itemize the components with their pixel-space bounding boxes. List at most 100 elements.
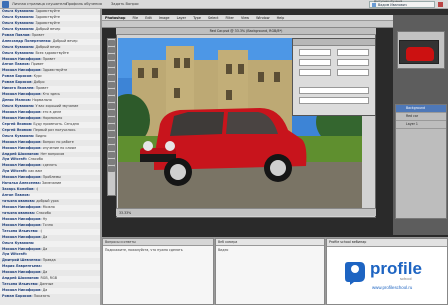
shape-tool-icon[interactable] bbox=[108, 152, 115, 158]
dodge-tool-icon[interactable] bbox=[108, 124, 115, 130]
site-logo[interactable] bbox=[2, 1, 9, 8]
stamp-tool-icon[interactable] bbox=[108, 96, 115, 102]
dialog-field[interactable] bbox=[299, 97, 369, 104]
dialog-title bbox=[293, 39, 375, 46]
webcam-panel: Веб камера Видео bbox=[215, 238, 325, 305]
chat-author: Михаил Никифоров: bbox=[2, 139, 42, 144]
chat-author: Михаил Никифоров: bbox=[2, 56, 42, 61]
chat-author: Андрей Шахманов: bbox=[2, 151, 40, 156]
eyedropper-tool-icon[interactable] bbox=[108, 75, 115, 81]
wand-tool-icon[interactable] bbox=[108, 61, 115, 67]
chat-author: Антон Павлов: bbox=[2, 193, 30, 198]
chat-text: :) bbox=[39, 228, 42, 233]
chat-author: татьяна иванова: bbox=[2, 199, 36, 203]
crop-tool-icon[interactable] bbox=[108, 68, 115, 74]
user-top-label: Доступная обучения bbox=[374, 0, 403, 3]
chat-text: Нормально bbox=[32, 98, 52, 103]
layer-row[interactable]: Red car bbox=[396, 113, 446, 121]
chat-text: Спасибо bbox=[28, 157, 43, 162]
chat-author: Михаил Никифоров: bbox=[2, 175, 42, 180]
nav-link-question[interactable]: Задать Вопрос bbox=[111, 2, 139, 6]
chat-author: Татьяна Ильичева: bbox=[2, 228, 39, 233]
brush-tool-icon[interactable] bbox=[108, 89, 115, 95]
chat-author: Михаил Никифоров: bbox=[2, 246, 42, 251]
layer-row[interactable]: Layer 1 bbox=[396, 121, 446, 129]
chat-text: Здравствуйте bbox=[35, 20, 60, 25]
profile-url[interactable]: www.profileschool.ru bbox=[372, 285, 412, 290]
navigator-thumbnail[interactable] bbox=[399, 40, 439, 64]
eraser-tool-icon[interactable] bbox=[108, 110, 115, 116]
chat-author: Луи Witcraft: bbox=[2, 252, 28, 257]
chat-author: Роман Борисов: bbox=[2, 294, 33, 298]
chat-text: Да bbox=[42, 288, 48, 293]
chat-author: Михаил Никифоров: bbox=[2, 163, 42, 168]
type-tool-icon[interactable] bbox=[108, 138, 115, 144]
close-icon[interactable] bbox=[438, 2, 443, 7]
chat-text: Буду примечать. Сегодня bbox=[33, 121, 79, 126]
chat-text: Видно bbox=[35, 133, 47, 138]
chat-author: Ольга Кувакина: bbox=[2, 44, 35, 49]
chat-text: Добрый вечер bbox=[35, 26, 61, 31]
dialog-field[interactable] bbox=[299, 69, 331, 76]
profile-mark-icon bbox=[345, 262, 365, 285]
chat-author: Ольга Кувакина: bbox=[2, 104, 35, 108]
chat-author: Дмитрий Шевченко: bbox=[2, 258, 42, 263]
chat-author: Ольга Кувакина: bbox=[2, 50, 35, 55]
layer-row[interactable]: Background bbox=[396, 105, 446, 113]
chat-text: Спасибо bbox=[36, 210, 51, 215]
path-tool-icon[interactable] bbox=[108, 145, 115, 151]
questions-panel: Вопросы и ответы Подскажите, пожалуйста,… bbox=[102, 238, 214, 305]
chat-author: Михаил Никифоров: bbox=[2, 92, 42, 97]
chat-author: татьяна иванова: bbox=[2, 210, 36, 215]
chat-text: Да bbox=[42, 270, 48, 275]
heal-tool-icon[interactable] bbox=[108, 82, 115, 88]
gradient-tool-icon[interactable] bbox=[108, 117, 115, 123]
dialog-field[interactable] bbox=[337, 69, 369, 76]
chat-author: Сергей Якимов: bbox=[2, 127, 33, 132]
chat-author: Ольга Кувакина: bbox=[2, 9, 35, 13]
chat-author: Ольга Кувакина: bbox=[2, 240, 35, 245]
question-text: Подскажите, пожалуйста, что нужно сделат… bbox=[105, 248, 183, 252]
chat-author: Ольга Кувакина: bbox=[2, 14, 35, 19]
chat-text: это в деле bbox=[42, 109, 62, 114]
dialog-field[interactable] bbox=[337, 49, 369, 56]
dialog-field[interactable] bbox=[299, 87, 369, 94]
chat-text: RGB, RGB bbox=[40, 276, 57, 281]
nav-link-personal[interactable]: Личная страница слушателя bbox=[12, 2, 67, 6]
options-bar bbox=[102, 21, 393, 28]
pen-tool-icon[interactable] bbox=[108, 131, 115, 137]
chat-author: Никита Яковлев: bbox=[2, 86, 35, 91]
zoom-tool-icon[interactable] bbox=[108, 166, 115, 172]
history-tool-icon[interactable] bbox=[108, 103, 115, 109]
move-tool-icon[interactable] bbox=[108, 40, 115, 46]
lasso-tool-icon[interactable] bbox=[108, 54, 115, 60]
chat-text: Да bbox=[42, 246, 48, 251]
dialog-field[interactable] bbox=[299, 49, 331, 56]
chat-text: У вас хороший звучание bbox=[35, 104, 79, 108]
marquee-tool-icon[interactable] bbox=[108, 47, 115, 53]
chat-text: Кто здесь bbox=[42, 92, 61, 97]
profile-sub: school bbox=[400, 276, 412, 281]
dialog-field[interactable] bbox=[299, 59, 331, 66]
webcam-header: Веб камера bbox=[216, 239, 324, 246]
chat-text: Нет вопросов bbox=[40, 151, 65, 156]
chat-author: Михаил Никифоров: bbox=[2, 288, 42, 293]
curves-dialog bbox=[292, 38, 376, 116]
chat-text: Привет bbox=[31, 32, 45, 37]
chat-author: Михаил Никифоров: bbox=[2, 234, 42, 239]
chat-text: сделать bbox=[42, 163, 57, 168]
chat-text: Здравствуйте bbox=[35, 9, 60, 13]
chat-text: Привет bbox=[42, 56, 56, 61]
chat-text: добрый урок bbox=[36, 199, 59, 203]
chat-text: Привет bbox=[31, 62, 44, 67]
chat-text: как вам bbox=[28, 169, 42, 174]
avatar-icon bbox=[372, 3, 376, 7]
chat-author: Михаил Никифоров: bbox=[2, 270, 42, 275]
chat-author: Александр Попереченко: bbox=[2, 38, 52, 43]
hand-tool-icon[interactable] bbox=[108, 159, 115, 165]
chat-text: Можно bbox=[42, 204, 55, 209]
top-bar: Личная страница слушателя Профиль обучен… bbox=[0, 0, 448, 9]
chat-text: изучение по слоям bbox=[42, 145, 76, 150]
nav-link-profile[interactable]: Профиль обучения bbox=[66, 2, 102, 6]
dialog-field[interactable] bbox=[337, 59, 369, 66]
